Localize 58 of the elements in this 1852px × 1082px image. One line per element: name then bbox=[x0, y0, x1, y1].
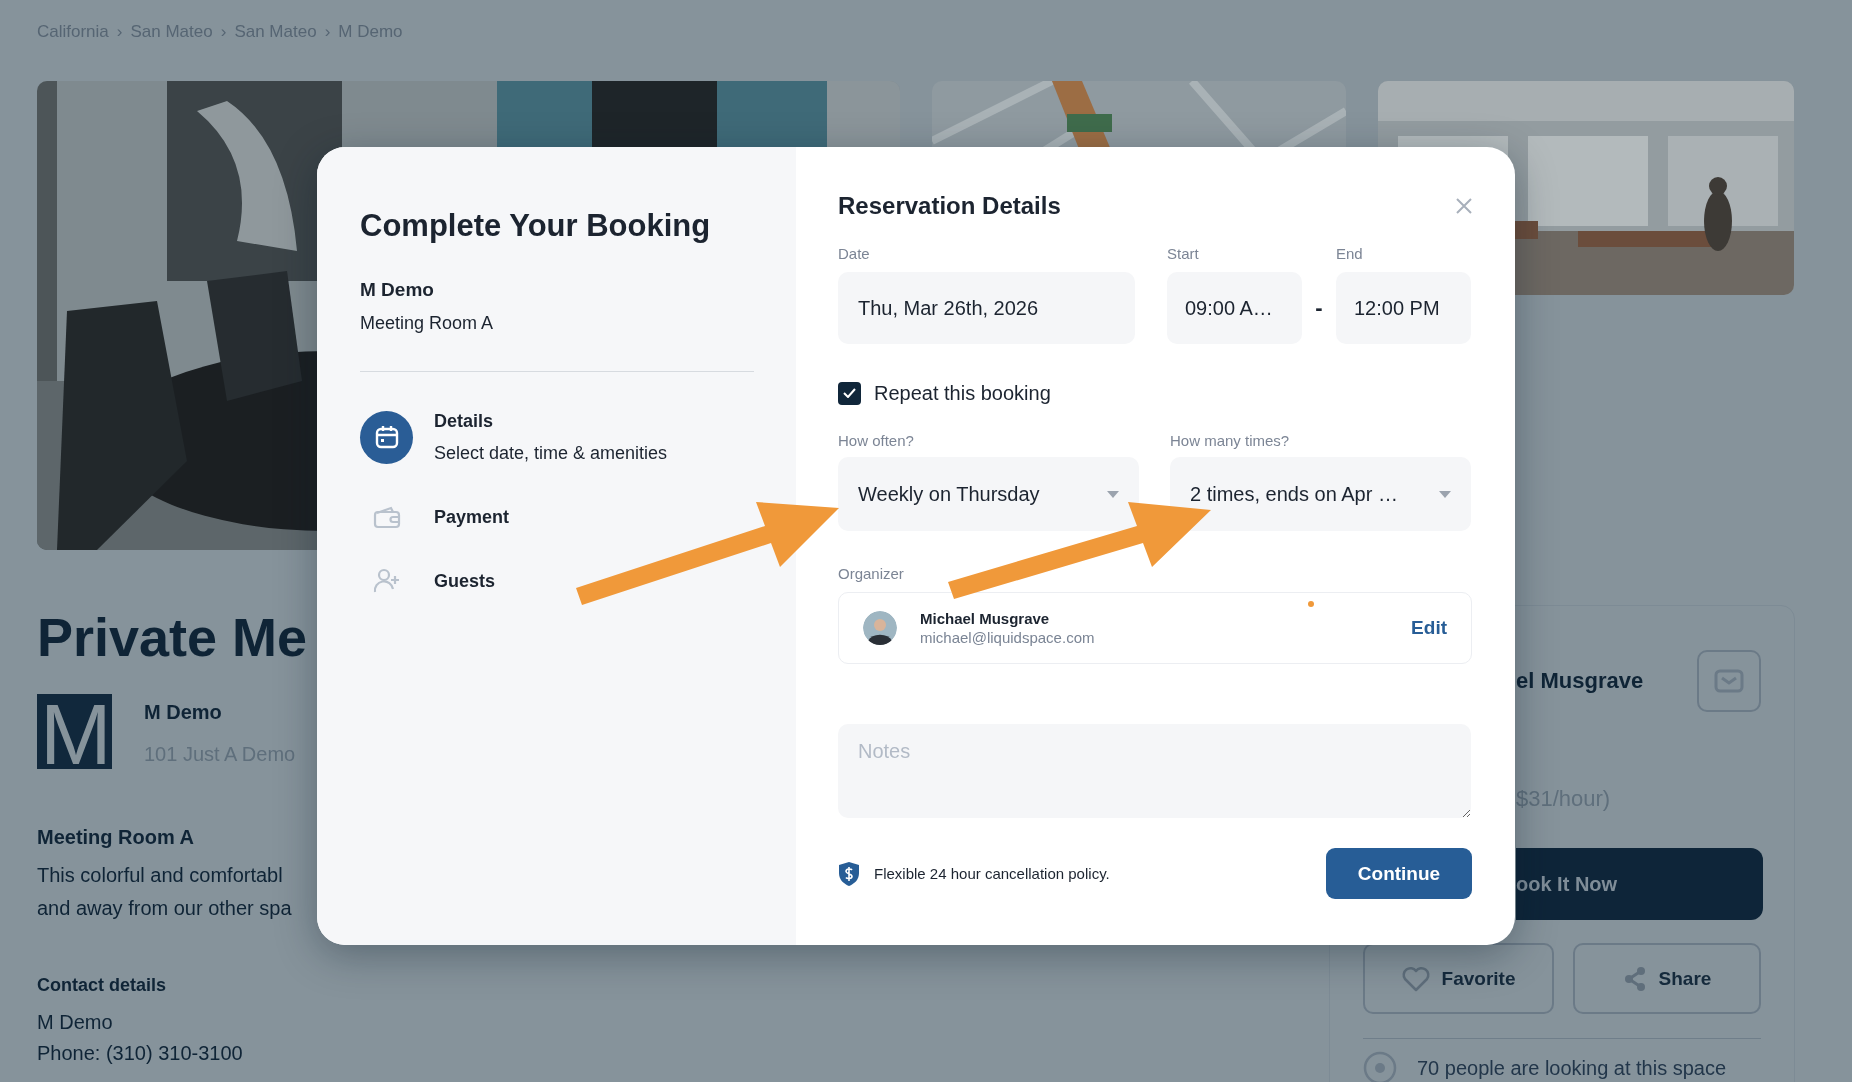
step-subtitle: Select date, time & amenities bbox=[434, 442, 668, 464]
organizer-name: Michael Musgrave bbox=[920, 609, 1051, 628]
listing-title: Private Me bbox=[37, 606, 308, 669]
step-title[interactable]: Guests bbox=[434, 570, 496, 592]
notes-field[interactable]: Notes bbox=[838, 724, 1471, 818]
contact-line: Phone: (310) 310-3100 bbox=[37, 1041, 244, 1066]
count-dropdown[interactable]: 2 times, ends on Apr … bbox=[1170, 457, 1471, 531]
add-person-icon bbox=[372, 568, 401, 594]
field-label: How often? bbox=[838, 432, 915, 450]
frequency-dropdown[interactable]: Weekly on Thursday bbox=[838, 457, 1139, 531]
host-name: M Demo bbox=[144, 700, 223, 724]
check-icon bbox=[843, 388, 856, 398]
step-title[interactable]: Payment bbox=[434, 506, 510, 528]
policy-text: Flexible 24 hour cancellation policy. bbox=[874, 865, 1110, 882]
step-title[interactable]: Details bbox=[434, 410, 668, 432]
mail-icon bbox=[1714, 669, 1744, 693]
marker-dot bbox=[1308, 601, 1314, 607]
field-label: Organizer bbox=[838, 565, 905, 583]
heart-icon bbox=[1401, 965, 1430, 992]
share-button[interactable]: Share bbox=[1573, 943, 1761, 1014]
shield-icon bbox=[838, 860, 860, 887]
section-title: Reservation Details bbox=[838, 192, 1061, 220]
end-time-field[interactable]: 12:00 PM bbox=[1336, 272, 1471, 344]
checkbox[interactable] bbox=[838, 381, 861, 405]
close-button[interactable] bbox=[1456, 198, 1472, 214]
caret-icon bbox=[1439, 490, 1451, 498]
description: This colorful and comfortabl and away from our other spa bbox=[37, 863, 292, 921]
edit-link[interactable]: Edit bbox=[1411, 617, 1447, 639]
field-label: Start bbox=[1167, 245, 1200, 263]
book-button[interactable]: ook It Now bbox=[1516, 848, 1763, 920]
host-name: el Musgrave bbox=[1516, 668, 1644, 694]
time-separator: - bbox=[1314, 294, 1324, 322]
field-label: End bbox=[1336, 245, 1364, 263]
field-label: How many times? bbox=[1170, 432, 1291, 450]
checkbox-label: Repeat this booking bbox=[874, 381, 1051, 405]
continue-button[interactable]: Continue bbox=[1326, 848, 1472, 899]
breadcrumb-separator: › bbox=[116, 21, 123, 43]
room-heading: Meeting Room A bbox=[37, 825, 196, 849]
message-button[interactable] bbox=[1697, 650, 1761, 712]
start-time-field[interactable]: 09:00 A… bbox=[1167, 272, 1302, 344]
venue-name: M Demo bbox=[360, 278, 435, 302]
contact-heading: Contact details bbox=[37, 974, 168, 997]
viewers-note: 70 people are looking at this space bbox=[1417, 1056, 1727, 1080]
share-icon bbox=[1622, 965, 1647, 992]
date-field[interactable]: Thu, Mar 26th, 2026 bbox=[838, 272, 1135, 344]
logo: M bbox=[37, 694, 112, 769]
close-icon bbox=[1456, 198, 1472, 214]
room-name: Meeting Room A bbox=[360, 312, 495, 335]
avatar bbox=[863, 611, 897, 645]
calendar-icon bbox=[373, 424, 400, 450]
wallet-icon bbox=[372, 505, 401, 529]
breadcrumb-separator: › bbox=[324, 21, 331, 43]
breadcrumb-separator: › bbox=[220, 21, 227, 43]
field-label: Date bbox=[838, 245, 871, 263]
contact-line: M Demo bbox=[37, 1010, 114, 1035]
modal-title: Complete Your Booking bbox=[360, 207, 712, 245]
caret-icon bbox=[1107, 490, 1119, 498]
organizer-email: michael@liquidspace.com bbox=[920, 628, 1095, 647]
